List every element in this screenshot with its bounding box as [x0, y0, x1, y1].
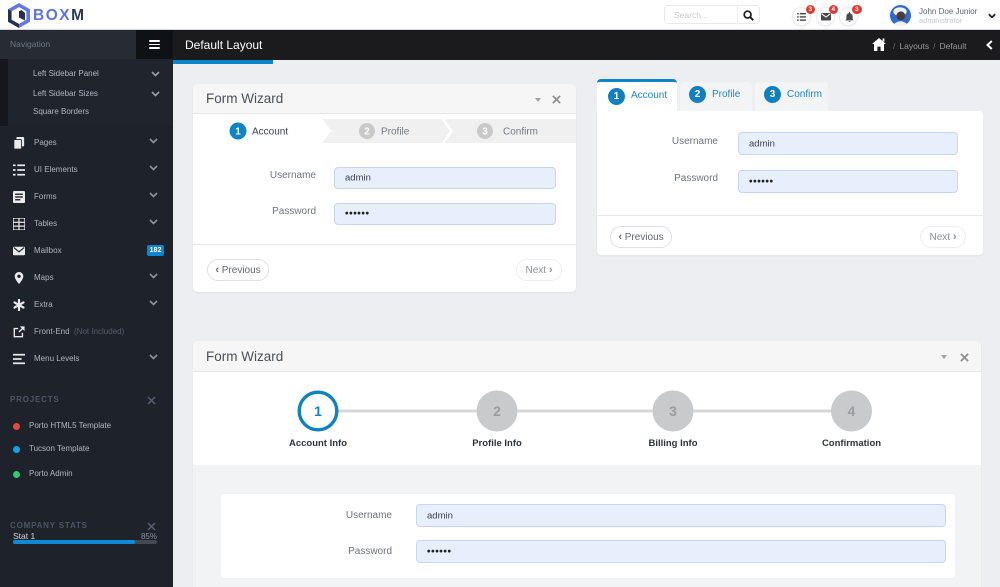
svg-text:4: 4	[848, 403, 856, 419]
svg-text:2: 2	[364, 127, 370, 138]
svg-text:Profile Info: Profile Info	[472, 438, 522, 449]
svg-text:Profile: Profile	[381, 127, 410, 138]
svg-text:Account Info: Account Info	[289, 438, 347, 449]
svg-text:Account: Account	[252, 127, 288, 138]
svg-text:Confirm: Confirm	[503, 127, 538, 138]
svg-text:3: 3	[669, 403, 677, 419]
svg-text:Confirmation: Confirmation	[822, 438, 881, 449]
svg-text:1: 1	[235, 127, 241, 138]
svg-text:Billing Info: Billing Info	[648, 438, 697, 449]
svg-text:3: 3	[482, 127, 488, 138]
svg-text:1: 1	[314, 403, 322, 419]
svg-text:2: 2	[493, 403, 501, 419]
